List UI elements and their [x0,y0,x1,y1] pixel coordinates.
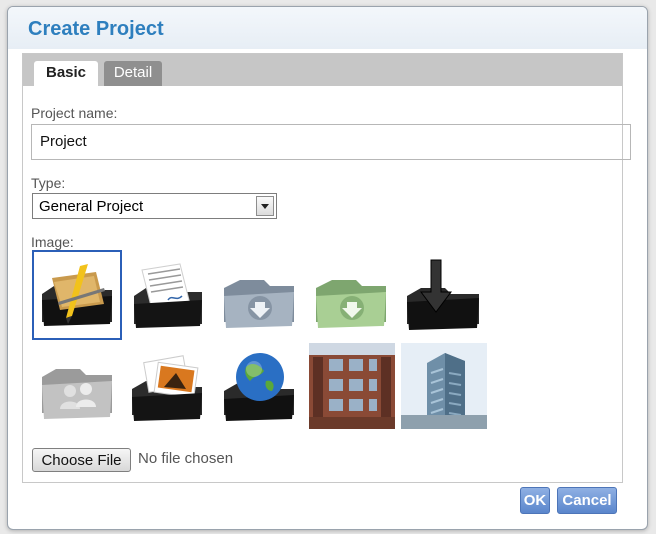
image-label: Image: [31,234,74,250]
create-project-dialog: Create Project Basic Detail Project name… [7,6,648,530]
tab-detail[interactable]: Detail [104,61,162,86]
ok-button[interactable]: OK [520,487,550,514]
project-name-label: Project name: [31,105,118,121]
download-folder-green-icon[interactable] [308,252,394,338]
photos-folder-icon[interactable] [124,343,210,429]
form-panel: Basic Detail Project name: Project Type:… [22,53,631,483]
black-download-folder-icon[interactable] [401,252,487,338]
users-folder-icon[interactable] [34,343,120,429]
type-select-value: General Project [39,198,144,215]
glass-building-photo[interactable] [401,343,487,429]
cancel-button[interactable]: Cancel [557,487,617,514]
project-name-input[interactable]: Project [31,124,631,160]
type-label: Type: [31,175,66,191]
brick-building-photo[interactable] [309,343,395,429]
documents-folder-icon[interactable] [124,252,210,338]
globe-folder-icon[interactable] [216,343,302,429]
download-folder-grey-icon[interactable] [216,252,302,338]
choose-file-button[interactable]: Choose File [32,448,131,472]
type-select[interactable]: General Project [32,193,277,219]
file-status-text: No file chosen [138,450,234,467]
dialog-header: Create Project [8,7,647,49]
chevron-down-icon[interactable] [256,196,274,216]
project-tools-folder-icon[interactable] [32,250,122,340]
dialog-title: Create Project [28,18,164,40]
tab-bar: Basic Detail [23,54,622,86]
tab-basic[interactable]: Basic [34,61,98,86]
